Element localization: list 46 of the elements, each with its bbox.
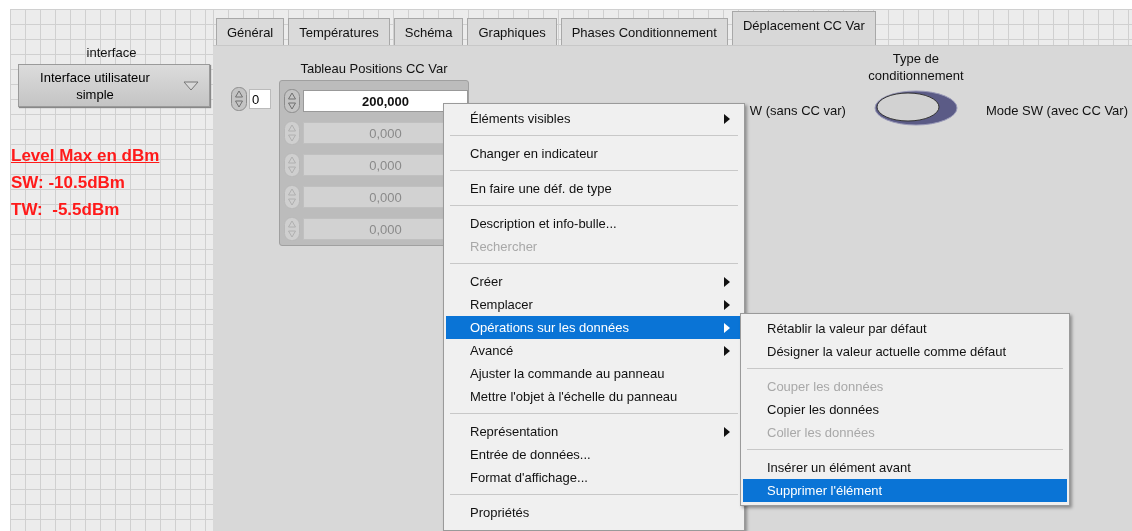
index-field[interactable]: 0 — [249, 89, 271, 109]
toggle-on-label: Mode SW (avec CC Var) — [985, 103, 1128, 120]
submenu-arrow-icon — [724, 322, 730, 333]
spinner-button[interactable] — [284, 185, 300, 209]
note-text: TW: -5.5dBm — [11, 199, 121, 221]
submenu-arrow-icon — [724, 345, 730, 356]
dropdown[interactable]: Interface utilisateur simple — [18, 64, 210, 107]
submenu-arrow-icon — [724, 113, 730, 124]
tab[interactable]: Températures — [288, 18, 390, 45]
number-field[interactable]: 200,000 — [303, 90, 468, 112]
menu-item[interactable]: Représentation — [446, 420, 742, 443]
note-text: SW: -10.5dBm — [11, 172, 126, 194]
tab[interactable]: Schéma — [393, 18, 464, 45]
tab[interactable]: Graphiques — [467, 18, 557, 45]
array-label: Tableau Positions CC Var — [300, 61, 448, 76]
dropdown-label: interface — [85, 45, 138, 60]
menu-item[interactable]: Opérations sur les données — [446, 316, 742, 339]
submenu-arrow-icon — [724, 276, 730, 287]
menu-item[interactable]: Insérer un élément avant — [743, 456, 1067, 479]
tab[interactable]: Déplacement CC Var — [731, 11, 876, 45]
toggle-label: Type de conditionnement — [867, 50, 965, 84]
toggle-off-label: W (sans CC var) — [749, 103, 846, 120]
spinner-button[interactable] — [284, 89, 300, 113]
submenu-arrow-icon — [724, 299, 730, 310]
menu-item[interactable]: Désigner la valeur actuelle comme défaut — [743, 340, 1067, 363]
menu-item[interactable]: Entrée de données... — [446, 443, 742, 466]
menu-item[interactable]: Rétablir la valeur par défaut — [743, 317, 1067, 340]
spinner-button[interactable] — [284, 153, 300, 177]
spinner-button[interactable] — [284, 121, 300, 145]
menu-item[interactable]: Remplacer — [446, 293, 742, 316]
note-text: Level Max en dBm — [11, 145, 161, 167]
spinner-button[interactable] — [284, 217, 300, 241]
menu-item[interactable]: Supprimer l'élément — [743, 479, 1067, 502]
menu-item[interactable]: Créer — [446, 270, 742, 293]
menu-item[interactable]: Avancé — [446, 339, 742, 362]
caret-icon — [183, 80, 199, 91]
menu-item[interactable]: Format d'affichage... — [446, 466, 742, 489]
menu-item[interactable]: Mettre l'objet à l'échelle du panneau — [446, 385, 742, 408]
submenu-arrow-icon — [724, 426, 730, 437]
toggle-switch[interactable] — [873, 90, 958, 126]
tab[interactable]: Phases Conditionnement — [560, 18, 728, 45]
menu-item[interactable]: Propriétés — [446, 501, 742, 524]
tab[interactable]: Général — [216, 18, 285, 45]
menu-item[interactable]: Copier les données — [743, 398, 1067, 421]
menu-item[interactable]: Ajuster la commande au panneau — [446, 362, 742, 385]
spinner-button[interactable] — [231, 87, 247, 111]
